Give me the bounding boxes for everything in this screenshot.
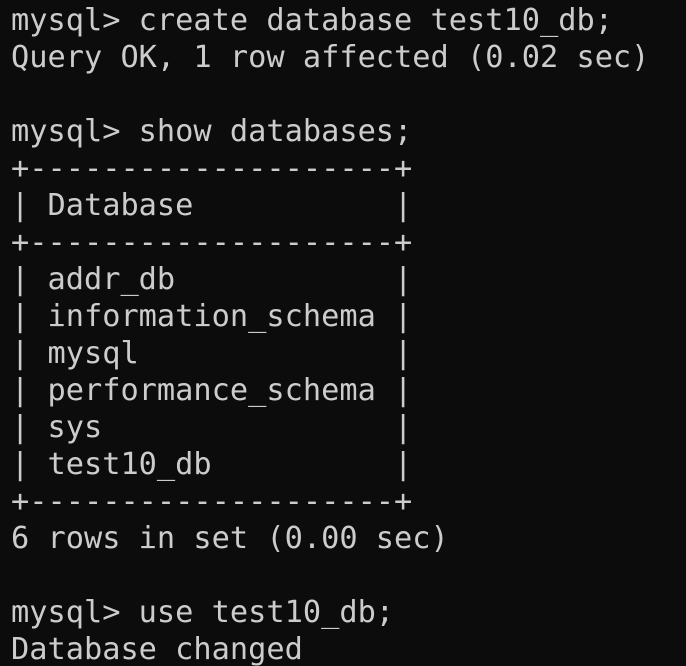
result-line-database-changed: Database changed — [11, 632, 303, 666]
table-border-top: +--------------------+ — [11, 151, 413, 186]
table-row: | information_schema | — [11, 299, 413, 334]
table-row: | performance_schema | — [11, 373, 413, 408]
terminal-output[interactable]: mysql> create database test10_db; Query … — [0, 0, 686, 666]
table-row: | addr_db | — [11, 262, 413, 297]
table-row: | test10_db | — [11, 447, 413, 482]
command-line-create-database: mysql> create database test10_db; — [11, 3, 613, 38]
table-border-bottom: +--------------------+ — [11, 484, 413, 519]
command-line-show-databases: mysql> show databases; — [11, 114, 413, 149]
result-line-query-ok: Query OK, 1 row affected (0.02 sec) — [11, 40, 650, 75]
table-header-row: | Database | — [11, 188, 413, 223]
result-line-row-count: 6 rows in set (0.00 sec) — [11, 521, 449, 556]
table-border-header: +--------------------+ — [11, 225, 413, 260]
command-line-use-database: mysql> use test10_db; — [11, 595, 395, 630]
table-row: | mysql | — [11, 336, 413, 371]
table-row: | sys | — [11, 410, 413, 445]
